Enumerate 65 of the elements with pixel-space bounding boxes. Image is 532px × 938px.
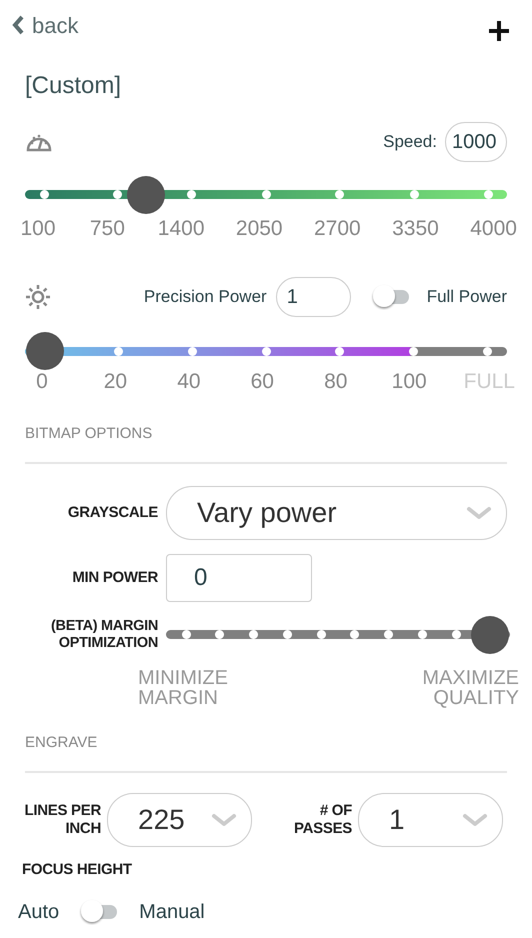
tick-dot xyxy=(452,630,461,640)
tick-dot xyxy=(335,346,344,356)
tick-label: 4000 xyxy=(470,216,517,242)
full-power-label: Full Power xyxy=(426,286,507,308)
min-label: MINIMIZE MARGIN xyxy=(138,668,229,708)
tick-dot xyxy=(384,630,394,640)
tick-label: 2050 xyxy=(236,216,283,242)
tick-label: 20 xyxy=(102,368,128,394)
tick-dot xyxy=(215,630,224,640)
field-label: (BETA) MARGIN OPTIMIZATION xyxy=(50,618,158,652)
tick-label: 100 xyxy=(390,368,428,394)
tick-dot xyxy=(282,630,292,640)
section-heading: BITMAP OPTIONS xyxy=(25,423,507,464)
slider-thumb[interactable] xyxy=(471,616,509,654)
tick-dot xyxy=(410,190,418,199)
power-field[interactable]: 1 xyxy=(276,276,351,316)
field-label: GRAYSCALE xyxy=(66,504,158,522)
tick-dot xyxy=(40,190,48,199)
tick-dot xyxy=(182,630,190,640)
passes-select[interactable]: 1 xyxy=(358,792,503,847)
tick-dot xyxy=(484,190,492,199)
speed-field[interactable]: 1000 xyxy=(445,122,507,162)
field-label: # OF PASSES xyxy=(293,802,352,838)
plus-icon xyxy=(488,20,510,42)
tick-label: 3350 xyxy=(392,216,439,242)
tick-dot xyxy=(418,630,427,640)
chevron-down-icon xyxy=(466,506,492,520)
sun-icon xyxy=(25,284,51,310)
tick-label: 100 xyxy=(19,216,57,242)
tick-dot xyxy=(187,190,196,199)
tick-label: 1400 xyxy=(158,216,204,242)
tick-label: 0 xyxy=(35,368,49,394)
back-button[interactable]: back xyxy=(12,8,78,42)
max-label: MAXIMIZE QUALITY xyxy=(421,668,519,708)
tick-dot xyxy=(262,190,270,199)
chevron-down-icon xyxy=(462,812,488,827)
field-label: FOCUS HEIGHT xyxy=(22,860,133,879)
tick-dot xyxy=(316,630,326,640)
slider-thumb[interactable] xyxy=(26,332,64,370)
min-power-field[interactable]: 0 xyxy=(166,554,312,602)
tick-dot xyxy=(335,190,344,199)
tick-dot xyxy=(113,190,122,199)
tick-label: 2700 xyxy=(314,216,361,242)
tick-dot xyxy=(482,346,492,356)
tick-label: 750 xyxy=(88,216,126,242)
tick-dot xyxy=(114,346,124,356)
tick-label: 40 xyxy=(176,368,202,394)
tick-label: 60 xyxy=(250,368,275,394)
preset-title: [Custom] xyxy=(25,71,122,101)
speed-label: Speed: xyxy=(383,131,437,154)
chevron-left-icon xyxy=(12,15,24,35)
chevron-down-icon xyxy=(211,812,237,827)
tick-dot xyxy=(350,630,360,640)
slider-thumb[interactable] xyxy=(127,176,166,214)
manual-label: Manual xyxy=(139,900,205,925)
field-label: LINES PER INCH xyxy=(24,802,101,838)
section-heading: ENGRAVE xyxy=(25,732,507,773)
power-label: Precision Power xyxy=(144,286,267,308)
lines-per-inch-select[interactable]: 225 xyxy=(107,792,252,847)
tick-dot xyxy=(249,630,258,640)
auto-label: Auto xyxy=(18,900,60,925)
grayscale-select[interactable]: Vary power xyxy=(166,486,507,540)
add-button[interactable] xyxy=(488,20,510,42)
field-label: MIN POWER xyxy=(71,568,158,586)
tick-label: 80 xyxy=(323,368,348,394)
